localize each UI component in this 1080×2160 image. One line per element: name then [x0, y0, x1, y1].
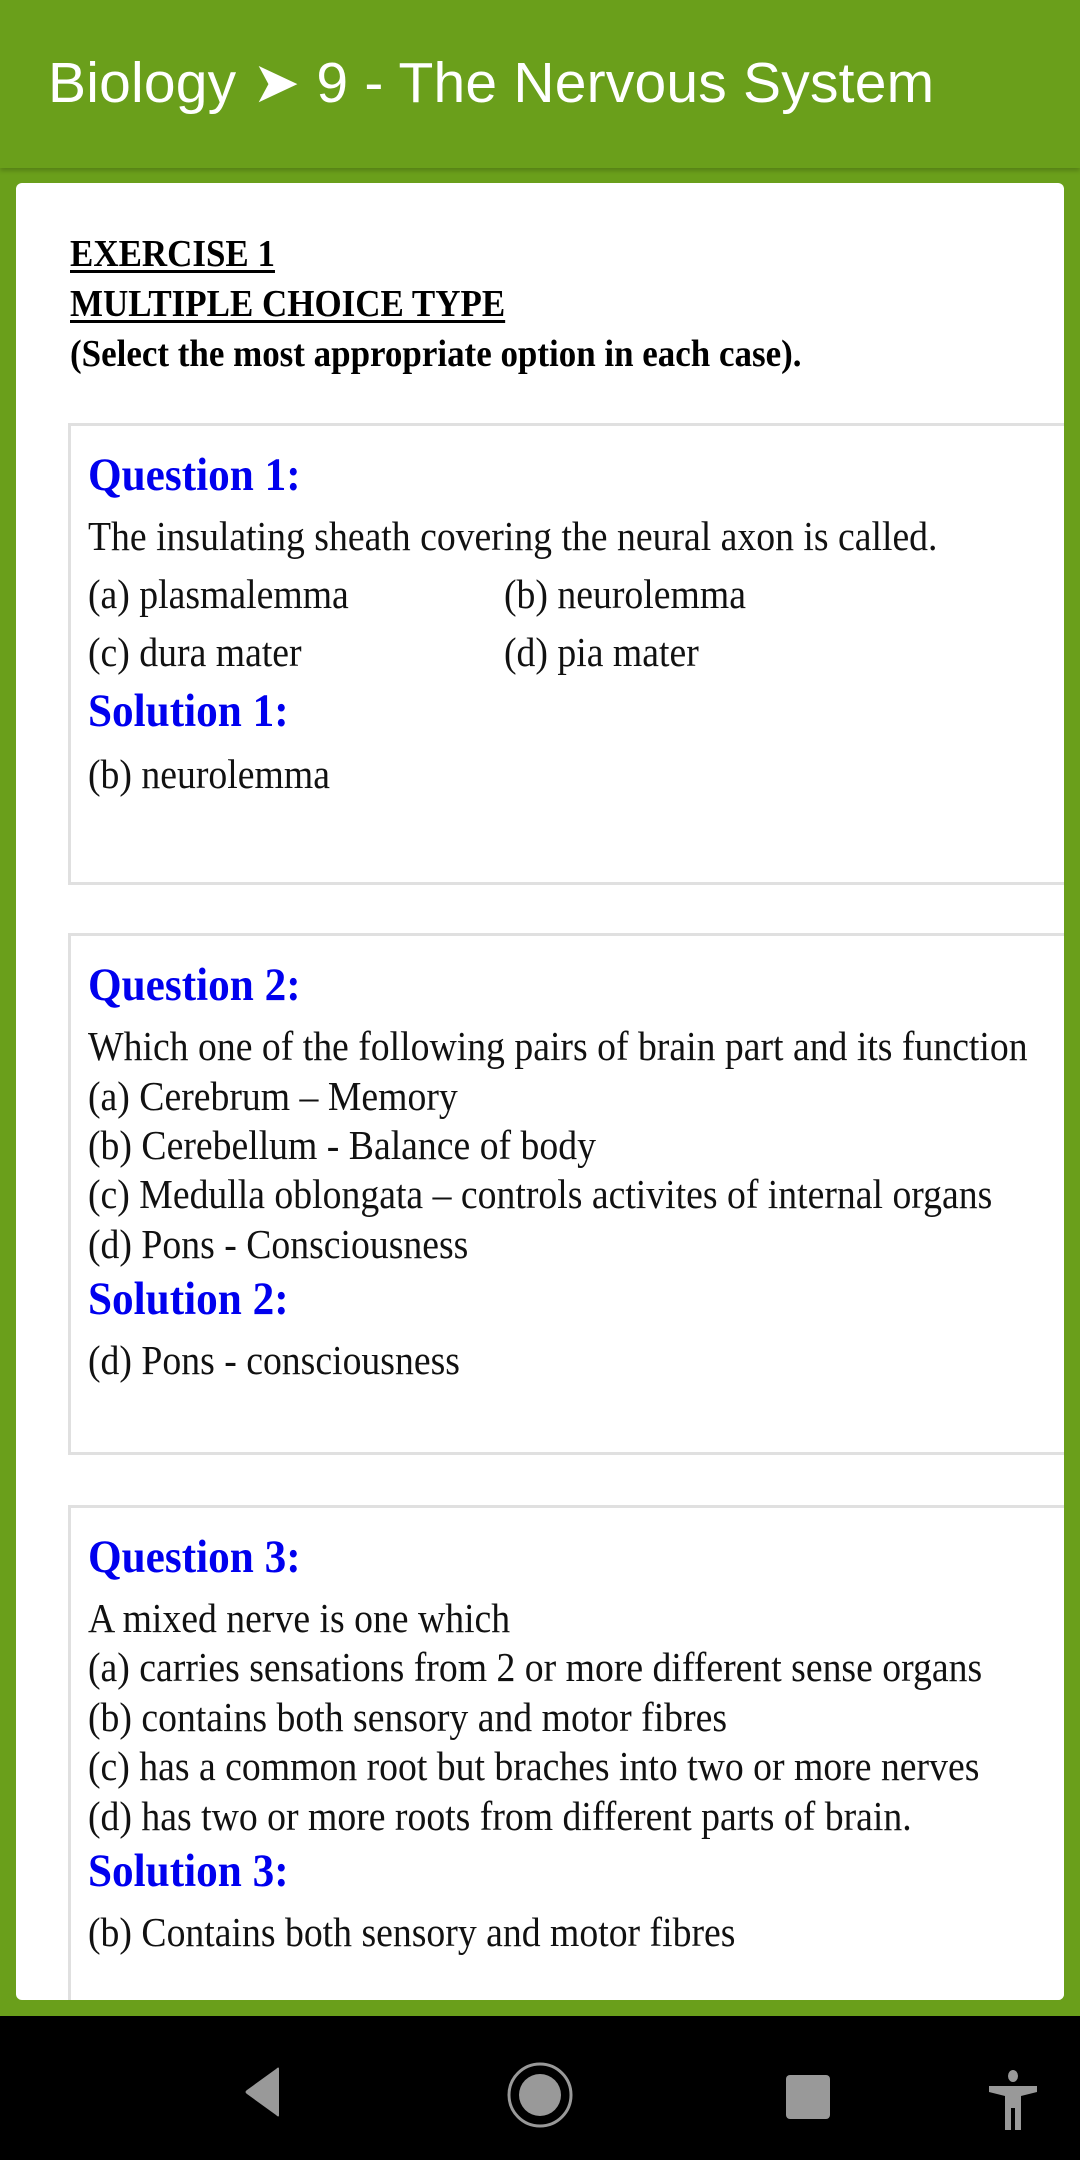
back-icon	[245, 2067, 279, 2117]
option-c: (c) dura mater	[88, 629, 302, 675]
question-text: The insulating sheath covering the neura…	[88, 513, 938, 559]
exercise-title: EXERCISE 1	[70, 233, 275, 275]
option-d: (d) has two or more roots from different…	[88, 1793, 912, 1839]
option-b: (b) neurolemma	[504, 571, 746, 617]
solution-heading: Solution 2:	[88, 1273, 289, 1325]
question-card-2: Question 2: Which one of the following p…	[68, 933, 1064, 1455]
home-button[interactable]	[505, 2062, 575, 2132]
solution-text: (d) Pons - consciousness	[88, 1337, 460, 1383]
question-heading: Question 2:	[88, 959, 301, 1011]
option-c: (c) has a common root but braches into t…	[88, 1743, 980, 1789]
recents-button[interactable]	[785, 2074, 831, 2120]
app-bar: Biology ➤ 9 - The Nervous System	[0, 0, 1080, 168]
question-card-1: Question 1: The insulating sheath coveri…	[68, 423, 1064, 885]
option-d: (d) Pons - Consciousness	[88, 1221, 469, 1267]
solution-text: (b) Contains both sensory and motor fibr…	[88, 1909, 736, 1955]
option-a: (a) carries sensations from 2 or more di…	[88, 1644, 983, 1690]
accessibility-button[interactable]	[985, 2070, 1041, 2130]
question-card-3: Question 3: A mixed nerve is one which (…	[68, 1505, 1064, 2000]
content-card[interactable]: EXERCISE 1 MULTIPLE CHOICE TYPE (Select …	[16, 183, 1064, 2000]
option-d: (d) pia mater	[504, 629, 699, 675]
exercise-header: EXERCISE 1 MULTIPLE CHOICE TYPE (Select …	[70, 229, 1064, 379]
option-a: (a) plasmalemma	[88, 571, 349, 617]
question-text: A mixed nerve is one which	[88, 1595, 511, 1641]
solution-heading: Solution 3:	[88, 1845, 289, 1897]
back-button[interactable]	[235, 2062, 295, 2122]
option-c: (c) Medulla oblongata – controls activit…	[88, 1171, 993, 1217]
question-text: Which one of the following pairs of brai…	[88, 1023, 1028, 1069]
solution-text: (b) neurolemma	[88, 751, 330, 797]
question-heading: Question 3:	[88, 1531, 301, 1583]
question-heading: Question 1:	[88, 449, 301, 501]
recents-icon	[786, 2075, 830, 2119]
exercise-type: MULTIPLE CHOICE TYPE	[70, 283, 506, 325]
breadcrumb-title: Biology ➤ 9 - The Nervous System	[48, 51, 935, 115]
exercise-instruction: (Select the most appropriate option in e…	[70, 333, 802, 375]
system-nav-bar	[0, 2016, 1080, 2160]
option-b: (b) contains both sensory and motor fibr…	[88, 1694, 728, 1740]
accessibility-icon	[989, 2070, 1037, 2130]
solution-heading: Solution 1:	[88, 685, 289, 737]
option-b: (b) Cerebellum - Balance of body	[88, 1122, 596, 1168]
option-a: (a) Cerebrum – Memory	[88, 1073, 458, 1119]
home-icon	[507, 2062, 573, 2128]
